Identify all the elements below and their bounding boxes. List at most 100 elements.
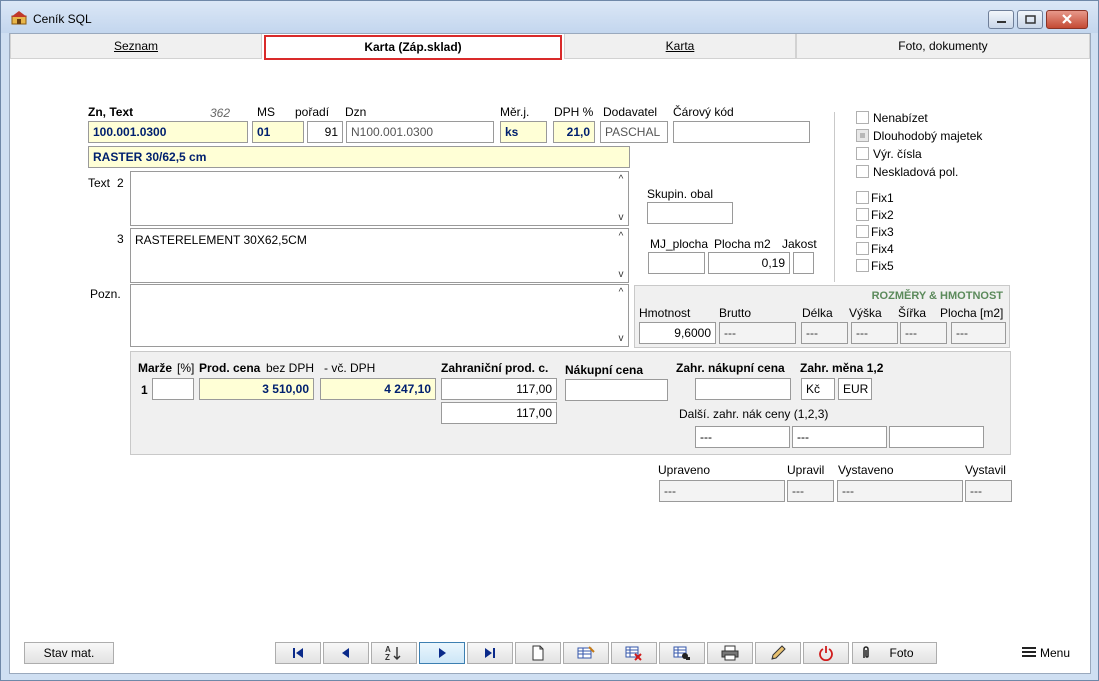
text3-area[interactable]: RASTERELEMENT 30X62,5CM ^ v bbox=[130, 228, 629, 283]
dph-field[interactable]: 21,0 bbox=[553, 121, 595, 143]
edit-record-button[interactable] bbox=[563, 642, 609, 664]
hmotnost-field[interactable]: 9,6000 bbox=[639, 322, 716, 344]
fix3-checkbox[interactable] bbox=[856, 225, 869, 238]
sort-az-icon: AZ bbox=[385, 645, 401, 661]
zahr-prod-field-2[interactable]: 117,00 bbox=[441, 402, 557, 424]
app-window: Ceník SQL Seznam Karta (Záp.sklad) Karta… bbox=[0, 0, 1099, 681]
fix2-checkbox[interactable] bbox=[856, 208, 869, 221]
zahr-prod-field-1[interactable]: 117,00 bbox=[441, 378, 557, 400]
plocha-m2-field[interactable]: 0,19 bbox=[708, 252, 790, 274]
foto-label: Foto bbox=[889, 646, 914, 660]
new-record-button[interactable] bbox=[515, 642, 561, 664]
text2-area[interactable]: ^ v bbox=[130, 171, 629, 226]
stav-mat-button[interactable]: Stav mat. bbox=[24, 642, 114, 664]
text2-number: 2 bbox=[117, 176, 124, 190]
fix5-checkbox[interactable] bbox=[856, 259, 869, 272]
brutto-field[interactable]: --- bbox=[719, 322, 796, 344]
first-record-button[interactable] bbox=[275, 642, 321, 664]
dalsi-field-1[interactable]: --- bbox=[695, 426, 790, 448]
exit-button[interactable] bbox=[803, 642, 849, 664]
tab-karta-zap-sklad[interactable]: Karta (Záp.sklad) bbox=[264, 35, 562, 60]
printer-icon bbox=[721, 645, 739, 661]
title-bar: Ceník SQL bbox=[1, 1, 1098, 33]
scroll-down-icon[interactable]: v bbox=[616, 212, 626, 223]
dzn-field[interactable]: N100.001.0300 bbox=[346, 121, 494, 143]
checkbox-label: Fix5 bbox=[871, 259, 894, 273]
dodavatel-field[interactable]: PASCHAL bbox=[600, 121, 668, 143]
poradi-field[interactable]: 91 bbox=[307, 121, 343, 143]
dalsi-field-3[interactable] bbox=[889, 426, 984, 448]
hmotnost-label: Hmotnost bbox=[639, 306, 691, 320]
new-document-icon bbox=[532, 645, 544, 661]
close-icon bbox=[1062, 14, 1072, 24]
sort-button[interactable]: AZ bbox=[371, 642, 417, 664]
window-title: Ceník SQL bbox=[33, 12, 92, 26]
delka-field[interactable]: --- bbox=[801, 322, 848, 344]
checkbox-label: Fix1 bbox=[871, 191, 894, 205]
next-record-button[interactable] bbox=[419, 642, 465, 664]
dlouhodoby-majetek-checkbox[interactable] bbox=[856, 129, 869, 142]
marze-field[interactable] bbox=[152, 378, 194, 400]
sirka-field[interactable]: --- bbox=[900, 322, 947, 344]
tab-label: Karta bbox=[665, 39, 695, 53]
menu-button[interactable]: Menu bbox=[1022, 644, 1084, 662]
tab-foto-dokumenty[interactable]: Foto, dokumenty bbox=[796, 34, 1090, 59]
scroll-down-icon[interactable]: v bbox=[616, 333, 626, 344]
jakost-field[interactable] bbox=[793, 252, 814, 274]
edit-table-icon bbox=[577, 646, 595, 659]
fix1-checkbox[interactable] bbox=[856, 191, 869, 204]
carovy-kod-field[interactable] bbox=[673, 121, 810, 143]
prev-record-button[interactable] bbox=[323, 642, 369, 664]
maximize-button[interactable] bbox=[1017, 10, 1043, 29]
tab-label: Foto, dokumenty bbox=[898, 39, 988, 53]
sirka-label: Šířka bbox=[898, 306, 927, 320]
prev-icon bbox=[342, 648, 349, 658]
zn-field[interactable]: 100.001.0300 bbox=[88, 121, 248, 143]
vc-dph-field[interactable]: 4 247,10 bbox=[320, 378, 436, 400]
bez-dph-field[interactable]: 3 510,00 bbox=[199, 378, 314, 400]
scroll-up-icon[interactable]: ^ bbox=[616, 287, 626, 298]
find-record-button[interactable] bbox=[659, 642, 705, 664]
upraveno-field: --- bbox=[659, 480, 785, 502]
scroll-up-icon[interactable]: ^ bbox=[616, 174, 626, 185]
scroll-up-icon[interactable]: ^ bbox=[616, 231, 626, 242]
jakost-label: Jakost bbox=[782, 237, 817, 251]
ms-field[interactable]: 01 bbox=[252, 121, 304, 143]
ms-label: MS bbox=[257, 105, 275, 119]
tools-button[interactable] bbox=[755, 642, 801, 664]
neskladova-checkbox[interactable] bbox=[856, 165, 869, 178]
fix4-checkbox[interactable] bbox=[856, 242, 869, 255]
vystavil-field: --- bbox=[965, 480, 1012, 502]
pozn-area[interactable]: ^ v bbox=[130, 284, 629, 347]
tab-karta[interactable]: Karta bbox=[564, 34, 796, 59]
merj-field[interactable]: ks bbox=[500, 121, 547, 143]
pozn-label: Pozn. bbox=[90, 287, 121, 301]
prices-panel: Marže [%] 1 Prod. cena bez DPH - vč. DPH… bbox=[130, 351, 1011, 455]
nazev-field[interactable]: RASTER 30/62,5 cm bbox=[88, 146, 630, 168]
plocha-field[interactable]: --- bbox=[951, 322, 1006, 344]
nakupni-field[interactable] bbox=[565, 379, 668, 401]
mena-1-field[interactable]: Kč bbox=[801, 378, 835, 400]
vyr-cisla-checkbox[interactable] bbox=[856, 147, 869, 160]
nenabizet-checkbox[interactable] bbox=[856, 111, 869, 124]
mj-plocha-field[interactable] bbox=[648, 252, 705, 274]
mj-plocha-label: MJ_plocha bbox=[650, 237, 709, 251]
carovy-kod-label: Čárový kód bbox=[673, 105, 734, 119]
skupin-obal-field[interactable] bbox=[647, 202, 733, 224]
zahr-nakupni-field[interactable] bbox=[695, 378, 791, 400]
upravil-label: Upravil bbox=[787, 463, 825, 477]
checkbox-label: Neskladová pol. bbox=[873, 165, 959, 179]
vystaveno-label: Vystaveno bbox=[838, 463, 894, 477]
tab-seznam[interactable]: Seznam bbox=[10, 34, 262, 59]
dzn-label: Dzn bbox=[345, 105, 367, 119]
foto-button[interactable]: Foto bbox=[852, 642, 937, 664]
mena-2-field[interactable]: EUR bbox=[838, 378, 872, 400]
delete-record-button[interactable] bbox=[611, 642, 657, 664]
scroll-down-icon[interactable]: v bbox=[616, 269, 626, 280]
minimize-button[interactable] bbox=[988, 10, 1014, 29]
print-button[interactable] bbox=[707, 642, 753, 664]
close-button[interactable] bbox=[1046, 10, 1088, 29]
vyska-field[interactable]: --- bbox=[851, 322, 898, 344]
last-record-button[interactable] bbox=[467, 642, 513, 664]
dalsi-field-2[interactable]: --- bbox=[792, 426, 887, 448]
